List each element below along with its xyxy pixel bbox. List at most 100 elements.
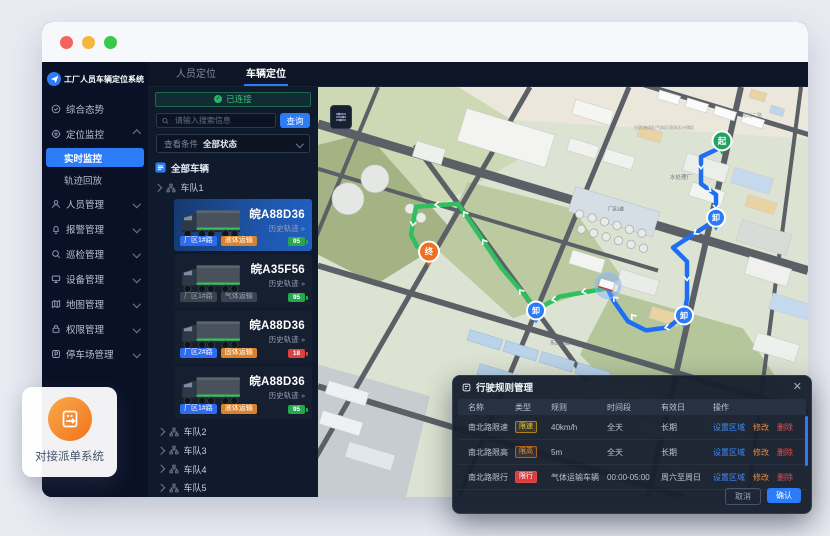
dispatch-system-card[interactable]: 对接派单系统 [22,387,117,477]
fleet-node-4[interactable]: 车队4 [158,460,318,479]
rules-list-icon [462,383,471,392]
sidebar-item-positioning[interactable]: 定位监控 [42,121,148,146]
delete-link[interactable]: 删除 [777,472,793,483]
battery-badge: 18 [288,349,305,358]
delete-link[interactable]: 删除 [777,447,793,458]
chevron-down-icon [295,140,303,148]
set-area-link[interactable]: 设置区域 [713,447,745,458]
vehicle-card[interactable]: 皖A88D36 历史轨迹 » 厂区2#路 固体运输 18 [174,310,312,363]
map-label-road-ns: 南北二路 [742,112,762,119]
sidebar-item-realtime-monitor[interactable]: 实时监控 [46,148,144,167]
parking-icon [51,349,61,359]
fleet-node-1[interactable]: 车队1 [155,180,318,196]
truck-marker[interactable] [595,273,621,299]
history-track-link[interactable]: 历史轨迹 » [269,278,305,289]
edit-link[interactable]: 修改 [753,472,769,483]
org-icon [169,445,179,455]
modal-header: 行驶规则管理 ✕ [453,376,811,398]
sidebar-item-personnel[interactable]: 人员管理 [42,191,148,216]
sidebar-item-parking[interactable]: 停车场管理 [42,341,148,366]
rule-name: 南北路限高 [468,447,515,458]
window-maximize-dot[interactable] [104,36,117,49]
history-track-link[interactable]: 历史轨迹 » [269,390,305,401]
svg-text:卸: 卸 [712,213,720,223]
truck-thumbnail [178,205,244,241]
vehicle-plate: 皖A88D36 [249,373,305,389]
search-input[interactable] [173,115,270,126]
search-button[interactable]: 查询 [280,113,310,129]
screen: 工厂人员车辆定位系统 综合态势 定位监控 实时监控 轨迹回放 [0,0,830,536]
vehicle-card[interactable]: 皖A35F56 历史轨迹 » 厂区1#路 气体运输 95 [174,254,312,307]
sidebar-item-alarm[interactable]: 报警管理 [42,216,148,241]
svg-text:卸: 卸 [680,310,688,320]
window-minimize-dot[interactable] [82,36,95,49]
vehicle-card[interactable]: 皖A88D36 历史轨迹 » 厂区1#路 液体运输 95 [174,366,312,419]
set-area-link[interactable]: 设置区域 [713,472,745,483]
search-box [156,113,276,129]
table-row: 南北路限速 限速 40km/h 全天 长期 设置区域 修改 删除 [458,415,806,440]
chevron-down-icon [132,250,140,258]
chevron-down-icon [132,200,140,208]
fleet-node-3[interactable]: 车队3 [158,441,318,460]
sidebar-item-track-playback[interactable]: 轨迹回放 [42,169,148,191]
battery-badge: 95 [288,293,305,302]
chevron-up-icon [132,130,140,138]
caret-right-icon [157,484,165,492]
sidebar-item-device[interactable]: 设备管理 [42,266,148,291]
truck-thumbnail [178,316,244,352]
tree-root-all-vehicles[interactable]: 全部车辆 [155,159,318,177]
svg-text:卸: 卸 [532,305,540,315]
check-icon: ✓ [214,95,222,103]
app-logo: 工厂人员车辆定位系统 [42,62,148,96]
org-icon [169,427,179,437]
vehicle-plate: 皖A88D36 [249,317,305,333]
status-filter-select[interactable]: 查看条件 全部状态 [156,134,310,153]
tab-vehicle-positioning[interactable]: 车辆定位 [244,65,288,86]
edit-link[interactable]: 修改 [753,447,769,458]
close-icon[interactable]: ✕ [793,382,802,393]
modal-scrollbar[interactable] [805,416,808,466]
sidebar-item-permission[interactable]: 权限管理 [42,316,148,341]
map-layer-control-button[interactable] [330,105,352,129]
battery-badge: 95 [288,405,305,414]
chevron-down-icon [132,350,140,358]
history-track-link[interactable]: 历史轨迹 » [269,223,305,234]
cargo-tag: 固体运输 [221,348,257,358]
history-track-link[interactable]: 历史轨迹 » [269,334,305,345]
rule-valid-days: 周六至周日 [661,472,713,483]
tab-person-positioning[interactable]: 人员定位 [174,65,218,86]
svg-text:终: 终 [424,247,434,257]
delete-link[interactable]: 删除 [777,422,793,433]
road-tag: 厂区1#路 [180,236,217,246]
sliders-icon [335,111,347,123]
chevron-down-icon [132,325,140,333]
bell-icon [51,224,61,234]
cargo-tag: 气体运输 [221,292,257,302]
cancel-button[interactable]: 取消 [725,488,761,505]
vehicle-panel: ✓ 已连接 查询 [148,87,318,497]
chevron-down-icon [132,300,140,308]
caret-right-icon [154,184,162,192]
edit-link[interactable]: 修改 [753,422,769,433]
app-title: 工厂人员车辆定位系统 [64,74,144,85]
vehicle-card[interactable]: 皖A88D36 历史轨迹 » 厂区1#路 液体运输 95 [174,199,312,252]
sidebar-item-map[interactable]: 地图管理 [42,291,148,316]
map-label-plant-road: 厂区2路 [608,206,624,213]
set-area-link[interactable]: 设置区域 [713,422,745,433]
rule-name: 南北路限行 [468,472,515,483]
battery-badge: 95 [288,237,305,246]
window-close-dot[interactable] [60,36,73,49]
rules-table: 名称 类型 规则 时间段 有效日 操作 南北路限速 限速 40km/h 全天 长… [458,399,806,490]
sidebar-item-patrol[interactable]: 巡检管理 [42,241,148,266]
confirm-button[interactable]: 确认 [767,488,801,503]
map-icon [51,299,61,309]
fleet-node-2[interactable]: 车队2 [158,422,318,441]
org-icon [169,483,179,493]
rule-value: 气体运输车辆 [551,472,607,483]
caret-right-icon [157,428,165,436]
rule-type-badge: 限速 [515,421,537,433]
chevron-down-icon [132,275,140,283]
sidebar-item-overview[interactable]: 综合态势 [42,96,148,121]
map-label-road-ew: 东西五路 [550,339,570,346]
fleet-node-5[interactable]: 车队5 [158,478,318,497]
